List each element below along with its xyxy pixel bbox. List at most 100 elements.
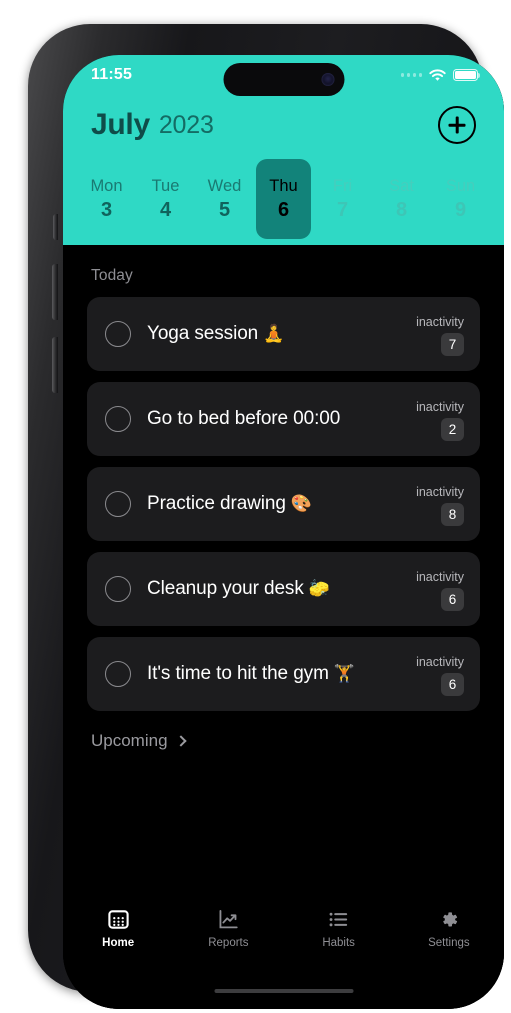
add-task-button[interactable] xyxy=(438,106,476,144)
task-meta: inactivity 7 xyxy=(416,313,464,356)
signal-dots-icon xyxy=(400,73,422,77)
status-bar-indicators xyxy=(400,68,481,82)
screenshot-root: 11:55 July 2023 Mon 3 Tue 4 Wed 5 Thu 6 … xyxy=(0,0,511,1013)
tab-reports[interactable]: Reports xyxy=(173,908,283,949)
week-day-sun[interactable]: Sun 9 xyxy=(433,159,488,239)
month-title-row: July 2023 xyxy=(63,99,504,151)
task-title-text: Yoga session xyxy=(147,323,259,344)
front-camera-icon xyxy=(321,73,334,86)
task-title: Go to bed before 00:00 xyxy=(147,408,345,430)
task-title: Cleanup your desk 🧽 xyxy=(147,578,330,600)
task-meta-label: inactivity xyxy=(416,569,464,584)
task-card[interactable]: Yoga session 🧘 inactivity 7 xyxy=(87,297,480,371)
wifi-icon xyxy=(429,68,446,82)
upcoming-link[interactable]: Upcoming xyxy=(63,711,504,751)
phone-frame: 11:55 July 2023 Mon 3 Tue 4 Wed 5 Thu 6 … xyxy=(28,24,504,1009)
task-count-badge: 2 xyxy=(441,417,464,441)
week-day-tue[interactable]: Tue 4 xyxy=(138,159,193,239)
volume-up-button[interactable] xyxy=(52,264,58,320)
week-day-mon[interactable]: Mon 3 xyxy=(79,159,134,239)
upcoming-label: Upcoming xyxy=(91,731,168,750)
calendar-header: 11:55 July 2023 Mon 3 Tue 4 Wed 5 Thu 6 … xyxy=(63,55,504,245)
task-emoji-icon: 🎨 xyxy=(290,494,312,513)
task-checkbox[interactable] xyxy=(105,321,131,347)
task-meta-label: inactivity xyxy=(416,314,464,329)
main-content: Today Yoga session 🧘 inactivity 7 Go to bed … xyxy=(63,245,504,1009)
task-title-text: Practice drawing xyxy=(147,493,286,514)
task-count-badge: 6 xyxy=(441,587,464,611)
week-day-name: Fri xyxy=(332,176,353,195)
tab-label: Reports xyxy=(208,936,249,949)
bottom-tab-bar: Home Reports Habits Settings xyxy=(63,899,504,957)
task-emoji-icon: 🏋️ xyxy=(333,664,355,683)
task-checkbox[interactable] xyxy=(105,661,131,687)
week-day-thu[interactable]: Thu 6 xyxy=(256,159,311,239)
tab-label: Habits xyxy=(322,936,355,949)
today-section-label: Today xyxy=(91,267,133,284)
page-title-year: 2023 xyxy=(158,110,214,139)
week-day-name: Sat xyxy=(389,176,414,195)
week-day-number: 8 xyxy=(395,198,408,221)
week-day-name: Thu xyxy=(269,176,298,195)
task-meta-label: inactivity xyxy=(416,654,464,669)
task-count-badge: 6 xyxy=(441,672,464,696)
tab-home[interactable]: Home xyxy=(63,908,173,949)
mute-switch-button[interactable] xyxy=(53,214,58,240)
task-title-text: Cleanup your desk xyxy=(147,578,304,599)
week-day-selector[interactable]: Mon 3 Tue 4 Wed 5 Thu 6 Fri 7 Sat 8 Sun 9 xyxy=(63,159,504,239)
task-emoji-icon: 🧘 xyxy=(263,324,285,343)
task-title: It's time to hit the gym 🏋️ xyxy=(147,663,355,685)
volume-down-button[interactable] xyxy=(52,337,58,393)
week-day-number: 7 xyxy=(336,198,349,221)
status-bar-clock: 11:55 xyxy=(91,66,133,83)
dynamic-island xyxy=(223,63,344,96)
battery-full-icon xyxy=(453,68,481,82)
task-meta: inactivity 8 xyxy=(416,483,464,526)
task-title: Practice drawing 🎨 xyxy=(147,493,312,515)
week-day-sat[interactable]: Sat 8 xyxy=(374,159,429,239)
task-meta: inactivity 2 xyxy=(416,398,464,441)
app-screen: 11:55 July 2023 Mon 3 Tue 4 Wed 5 Thu 6 … xyxy=(63,55,504,1009)
task-card[interactable]: Cleanup your desk 🧽 inactivity 6 xyxy=(87,552,480,626)
list-icon xyxy=(327,908,350,932)
task-meta: inactivity 6 xyxy=(416,568,464,611)
page-title: July xyxy=(91,108,150,141)
task-card[interactable]: Practice drawing 🎨 inactivity 8 xyxy=(87,467,480,541)
week-day-wed[interactable]: Wed 5 xyxy=(197,159,252,239)
task-checkbox[interactable] xyxy=(105,406,131,432)
week-day-name: Wed xyxy=(207,176,242,195)
task-checkbox[interactable] xyxy=(105,576,131,602)
task-count-badge: 7 xyxy=(441,332,464,356)
week-day-number: 6 xyxy=(277,198,290,221)
gear-icon xyxy=(437,908,460,932)
week-day-number: 9 xyxy=(454,198,467,221)
week-day-name: Tue xyxy=(151,176,180,195)
task-checkbox[interactable] xyxy=(105,491,131,517)
week-day-number: 4 xyxy=(159,198,172,221)
tab-label: Settings xyxy=(428,936,470,949)
task-title: Yoga session 🧘 xyxy=(147,323,284,345)
phone-screen-bezel: 11:55 July 2023 Mon 3 Tue 4 Wed 5 Thu 6 … xyxy=(63,55,504,1009)
tab-label: Home xyxy=(102,936,135,949)
week-day-number: 3 xyxy=(100,198,113,221)
task-meta-label: inactivity xyxy=(416,399,464,414)
task-card[interactable]: It's time to hit the gym 🏋️ inactivity 6 xyxy=(87,637,480,711)
home-indicator[interactable] xyxy=(214,988,353,993)
task-meta: inactivity 6 xyxy=(416,653,464,696)
week-day-fri[interactable]: Fri 7 xyxy=(315,159,370,239)
task-title-text: Go to bed before 00:00 xyxy=(147,408,341,429)
tab-settings[interactable]: Settings xyxy=(394,908,504,949)
task-emoji-icon: 🧽 xyxy=(308,579,330,598)
task-list: Yoga session 🧘 inactivity 7 Go to bed before… xyxy=(63,297,504,711)
task-count-badge: 8 xyxy=(441,502,464,526)
calendar-icon xyxy=(107,908,130,932)
week-day-number: 5 xyxy=(218,198,231,221)
tab-habits[interactable]: Habits xyxy=(284,908,394,949)
task-title-text: It's time to hit the gym xyxy=(147,663,329,684)
chevron-right-icon xyxy=(174,734,187,747)
week-day-name: Sun xyxy=(445,176,476,195)
task-card[interactable]: Go to bed before 00:00 inactivity 2 xyxy=(87,382,480,456)
chart-line-up-icon xyxy=(217,908,240,932)
task-meta-label: inactivity xyxy=(416,484,464,499)
week-day-name: Mon xyxy=(90,176,123,195)
